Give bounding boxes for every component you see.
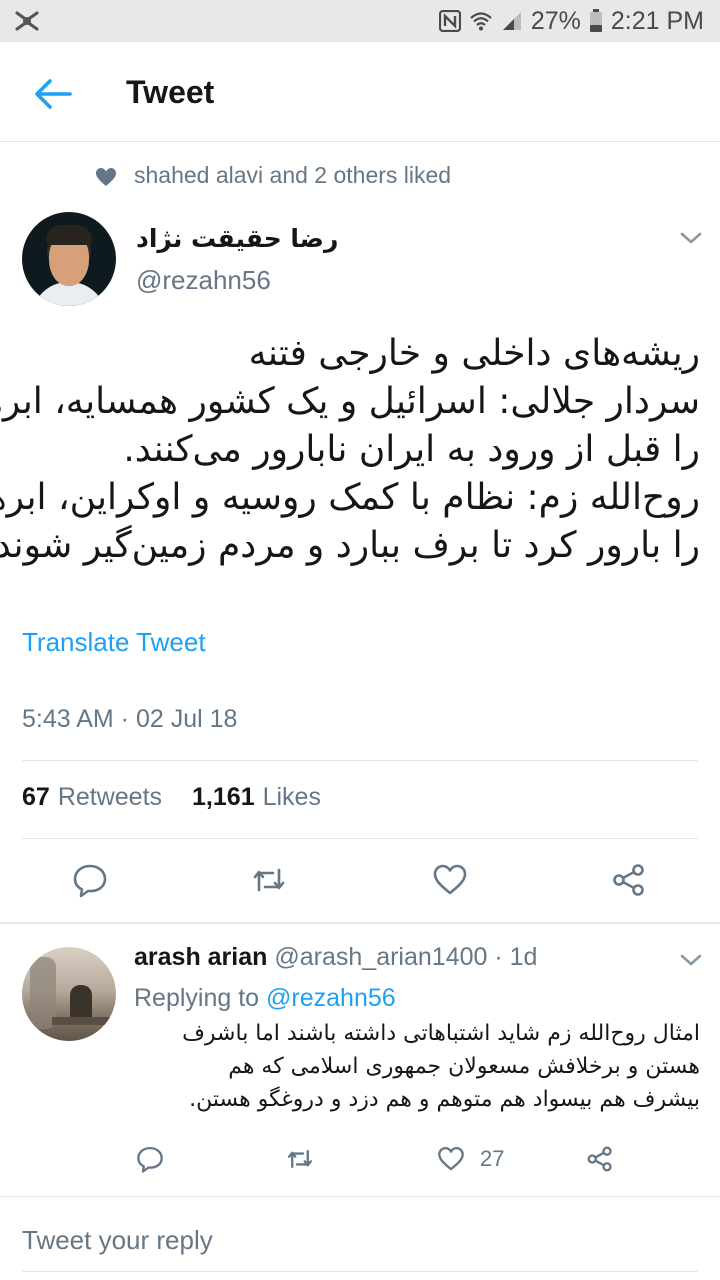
likes-label[interactable]: Likes: [263, 783, 321, 812]
input-underline: [22, 1271, 698, 1272]
tweet-actions: [0, 858, 720, 904]
author-name[interactable]: رضا حقیقت نژاد: [136, 224, 338, 253]
page-title: Tweet: [126, 74, 215, 110]
author-handle[interactable]: @rezahn56: [136, 265, 271, 296]
retweet-icon[interactable]: [251, 862, 287, 898]
reply-text-line: هستن و برخلافش مسعولان جمهوری اسلامی که …: [228, 1054, 700, 1079]
reply-avatar[interactable]: [22, 947, 116, 1041]
heart-icon: [96, 168, 116, 186]
reply-input[interactable]: Tweet your reply: [22, 1225, 213, 1256]
divider: [0, 922, 720, 924]
reply-actions: 27: [0, 1142, 720, 1178]
tweet-text-line: ریشه‌های داخلی و خارجی فتنه: [248, 333, 700, 374]
divider: [22, 838, 698, 839]
reply-time: · 1d: [494, 943, 538, 971]
like-icon[interactable]: [437, 1145, 465, 1173]
reply-composer: Tweet your reply: [0, 1196, 720, 1280]
retweets-count[interactable]: 67: [22, 783, 50, 812]
status-time: 2:21 PM: [610, 6, 704, 35]
tweet-text: ریشه‌های داخلی و خارجی فتنه سردار جلالی:…: [0, 330, 700, 570]
replying-to: Replying to @rezahn56: [134, 984, 396, 1013]
app-bar: Tweet: [0, 42, 720, 142]
engagement-counts: 67 Retweets 1,161 Likes: [22, 783, 321, 812]
arrow-left-icon[interactable]: [30, 76, 74, 112]
reply-icon[interactable]: [72, 862, 108, 898]
retweet-icon[interactable]: [286, 1145, 314, 1173]
tweet-text-line: سردار جلالی: اسرائیل و یک کشور همسایه، ا…: [0, 381, 700, 422]
tweet-text-line: را قبل از ورود به ایران نابارور می‌کنند.: [123, 429, 700, 470]
nfc-icon: [438, 10, 461, 32]
share-icon[interactable]: [611, 862, 647, 898]
signal-icon: [502, 12, 521, 30]
avatar-bench: [52, 1017, 110, 1025]
tweet-timestamp: 5:43 AM · 02 Jul 18: [22, 705, 238, 733]
reply-author-name[interactable]: arash arian: [134, 943, 267, 971]
likes-count[interactable]: 1,161: [192, 783, 255, 812]
avatar[interactable]: [22, 212, 116, 306]
tweet-text-line: روح‌الله زم: نظام با کمک روسیه و اوکراین…: [0, 477, 700, 518]
battery-percent: 27%: [530, 6, 581, 35]
social-context: shahed alavi and 2 others liked: [0, 160, 720, 194]
wifi-icon: [470, 12, 492, 31]
status-bar: 27% 2:21 PM: [0, 0, 720, 42]
app-notification-icon: [15, 11, 39, 31]
chevron-down-icon[interactable]: [678, 229, 704, 247]
reply-text-line: امثال روح‌الله زم شاید اشتباهاتی داشته ب…: [182, 1021, 700, 1046]
reply-like-count: 27: [480, 1146, 505, 1171]
social-context-text: shahed alavi and 2 others liked: [134, 162, 452, 188]
reply-text-line: بیشرف هم بیسواد هم متوهم و هم دزد و دروغ…: [189, 1087, 700, 1112]
reply-icon[interactable]: [136, 1145, 164, 1173]
divider: [22, 760, 698, 761]
tweet-text-line: را بارور کرد تا برف ببارد و مردم زمین‌گی…: [0, 525, 700, 566]
retweets-label[interactable]: Retweets: [58, 783, 162, 812]
avatar-hair: [46, 225, 92, 245]
like-icon[interactable]: [432, 862, 468, 898]
replying-to-handle[interactable]: @rezahn56: [266, 984, 396, 1012]
battery-icon: [589, 9, 602, 32]
reply-author-handle[interactable]: @arash_arian1400: [274, 943, 487, 971]
share-icon[interactable]: [586, 1145, 614, 1173]
reply-text: امثال روح‌الله زم شاید اشتباهاتی داشته ب…: [134, 1017, 700, 1116]
translate-tweet-link[interactable]: Translate Tweet: [22, 627, 206, 658]
replying-to-label: Replying to: [134, 984, 260, 1012]
reply-header: arash arian @arash_arian1400 · 1d: [134, 943, 537, 972]
chevron-down-icon[interactable]: [678, 951, 704, 969]
